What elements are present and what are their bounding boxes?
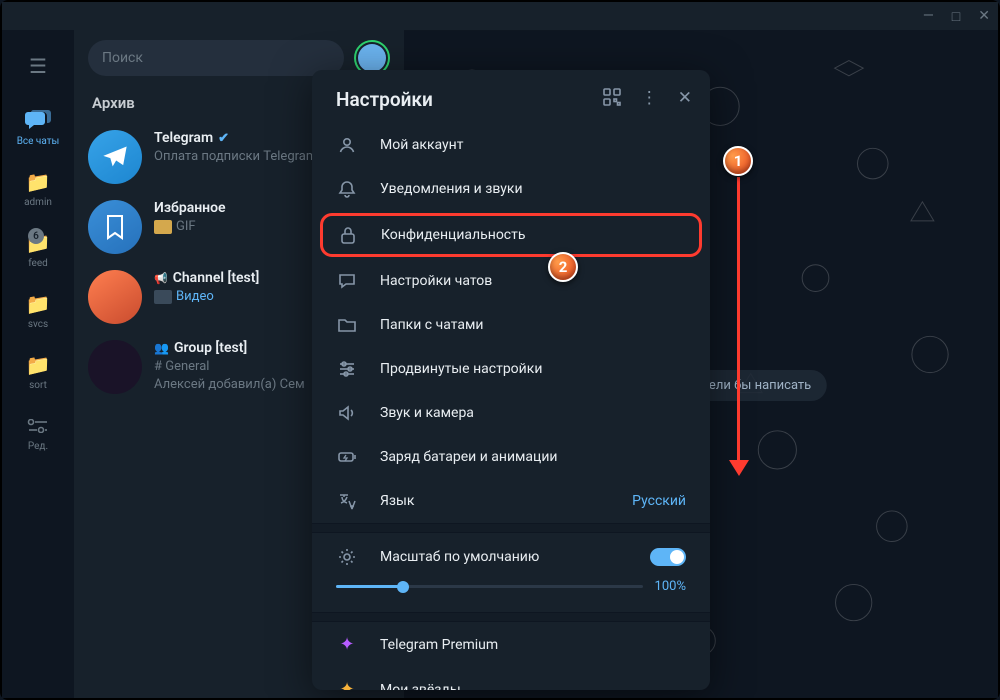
settings-label: Продвинутые настройки bbox=[380, 361, 542, 377]
settings-sound-camera[interactable]: Звук и камера bbox=[312, 391, 710, 435]
settings-title: Настройки bbox=[336, 88, 603, 111]
settings-label: Настройки чатов bbox=[380, 273, 492, 289]
folder-label: svcs bbox=[28, 319, 48, 330]
chat-name: Channel [test] bbox=[173, 270, 260, 286]
chats-icon bbox=[24, 110, 52, 132]
settings-privacy[interactable]: Конфиденциальность bbox=[320, 213, 702, 257]
scale-value: 100% bbox=[655, 579, 686, 594]
folder-sort[interactable]: 📁 sort bbox=[24, 354, 52, 391]
annotation-marker-2: 2 bbox=[548, 252, 578, 282]
folder-label: Все чаты bbox=[17, 136, 60, 147]
scale-slider[interactable] bbox=[336, 585, 643, 588]
channel-icon: 📢 bbox=[154, 272, 168, 285]
settings-folders[interactable]: Папки с чатами bbox=[312, 303, 710, 347]
settings-premium[interactable]: ✦ Telegram Premium bbox=[312, 622, 710, 667]
scale-icon bbox=[336, 547, 358, 567]
annotation-arrowhead bbox=[729, 460, 749, 476]
verified-icon: ✔ bbox=[218, 131, 229, 146]
stars-icon: ✦ bbox=[336, 679, 358, 690]
annotation-arrow bbox=[737, 177, 740, 467]
lang-icon bbox=[336, 491, 358, 511]
premium-icon: ✦ bbox=[336, 634, 358, 655]
folder-icon: 📁 bbox=[24, 354, 52, 376]
folder-label: Ред. bbox=[28, 441, 48, 452]
speaker-icon bbox=[336, 403, 358, 423]
settings-chat[interactable]: Настройки чатов bbox=[312, 259, 710, 303]
folder-icon: 📁 bbox=[24, 293, 52, 315]
chat-icon bbox=[336, 271, 358, 291]
saved-avatar bbox=[88, 200, 142, 254]
folder-icon: 📁 bbox=[24, 171, 52, 193]
settings-panel: Настройки ⋮ ✕ Мой аккаунт Уведомления и … bbox=[312, 70, 710, 690]
settings-label: Уведомления и звуки bbox=[380, 181, 523, 197]
menu-icon[interactable]: ☰ bbox=[29, 54, 47, 78]
minimize-button[interactable]: — bbox=[923, 8, 934, 24]
qr-icon[interactable] bbox=[603, 88, 621, 111]
folder-label: sort bbox=[29, 380, 47, 391]
settings-account[interactable]: Мой аккаунт bbox=[312, 123, 710, 167]
settings-label: Заряд батареи и анимации bbox=[380, 449, 558, 465]
group-icon: 👥 bbox=[154, 341, 169, 355]
scale-label: Масштаб по умолчанию bbox=[380, 549, 539, 565]
settings-notifications[interactable]: Уведомления и звуки bbox=[312, 167, 710, 211]
folder-label: feed bbox=[28, 258, 48, 269]
more-icon[interactable]: ⋮ bbox=[641, 88, 658, 111]
folder-sidebar: ☰ Все чаты 📁 admin 📁 6 feed 📁 svcs 📁 sor… bbox=[2, 30, 74, 698]
language-value: Русский bbox=[632, 493, 686, 509]
titlebar: — □ ✕ bbox=[2, 2, 998, 30]
divider bbox=[312, 612, 710, 622]
telegram-avatar bbox=[88, 130, 142, 184]
settings-label: Telegram Premium bbox=[380, 637, 498, 653]
folder-all-chats[interactable]: Все чаты bbox=[17, 110, 60, 147]
search-input[interactable]: Поиск bbox=[88, 40, 344, 76]
close-window-button[interactable]: ✕ bbox=[978, 8, 990, 24]
lock-icon bbox=[337, 225, 359, 245]
folder-label: admin bbox=[24, 197, 52, 208]
group-avatar bbox=[88, 340, 142, 394]
unread-badge: 6 bbox=[28, 228, 44, 244]
settings-stars[interactable]: ✦ Мои звёзды bbox=[312, 667, 710, 690]
edit-icon bbox=[24, 415, 52, 437]
settings-label: Звук и камера bbox=[380, 405, 474, 421]
chat-name: Group [test] bbox=[174, 340, 247, 356]
folder-edit[interactable]: Ред. bbox=[24, 415, 52, 452]
settings-battery[interactable]: Заряд батареи и анимации bbox=[312, 435, 710, 479]
settings-language[interactable]: Язык Русский bbox=[312, 479, 710, 523]
folder-icon bbox=[336, 315, 358, 335]
settings-label: Папки с чатами bbox=[380, 317, 483, 333]
battery-icon bbox=[336, 447, 358, 467]
chat-name: Telegram bbox=[154, 130, 213, 146]
folder-admin[interactable]: 📁 admin bbox=[24, 171, 52, 208]
folder-feed[interactable]: 📁 6 feed bbox=[24, 232, 52, 269]
chat-name: Избранное bbox=[154, 200, 226, 216]
divider bbox=[312, 523, 710, 533]
bell-icon bbox=[336, 179, 358, 199]
channel-avatar bbox=[88, 270, 142, 324]
settings-label: Мои звёзды bbox=[380, 682, 461, 691]
sliders-icon bbox=[336, 359, 358, 379]
annotation-marker-1: 1 bbox=[723, 146, 753, 176]
settings-label: Язык bbox=[380, 493, 414, 509]
scale-toggle[interactable] bbox=[650, 548, 686, 566]
maximize-button[interactable]: □ bbox=[952, 8, 960, 25]
settings-label: Мой аккаунт bbox=[380, 137, 463, 153]
folder-svcs[interactable]: 📁 svcs bbox=[24, 293, 52, 330]
settings-label: Конфиденциальность bbox=[381, 227, 525, 243]
account-icon bbox=[336, 135, 358, 155]
settings-scale[interactable]: Масштаб по умолчанию bbox=[312, 533, 710, 573]
settings-advanced[interactable]: Продвинутые настройки bbox=[312, 347, 710, 391]
close-icon[interactable]: ✕ bbox=[678, 88, 692, 111]
